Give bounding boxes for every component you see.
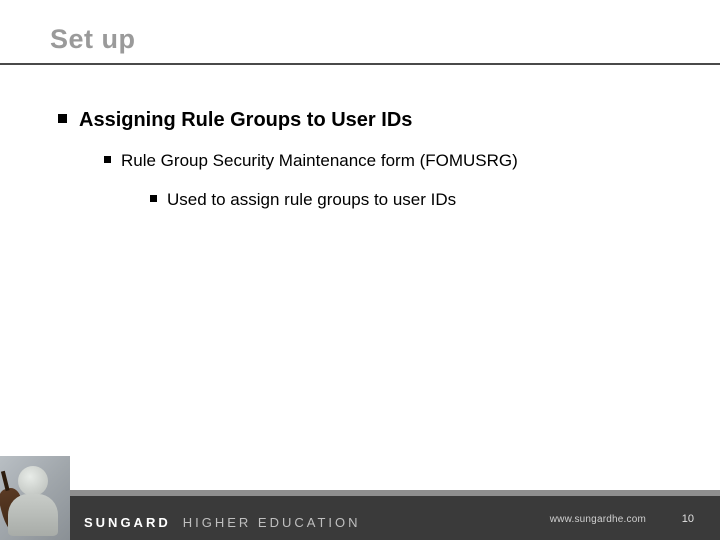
slide-title: Set up [50,24,136,55]
page-number: 10 [682,513,694,525]
square-bullet-icon [104,156,111,163]
bullet-level-1: Assigning Rule Groups to User IDs [58,108,680,132]
footer-photo [0,456,70,540]
square-bullet-icon [58,114,67,123]
bullet-level-3: Used to assign rule groups to user IDs [150,189,680,210]
footer-url: www.sungardhe.com [550,514,646,525]
footer: SUNGARD HIGHER EDUCATION www.sungardhe.c… [0,456,720,540]
content-area: Assigning Rule Groups to User IDs Rule G… [58,108,680,229]
bullet-level-2: Rule Group Security Maintenance form (FO… [104,150,680,171]
bullet-lvl1-text: Assigning Rule Groups to User IDs [79,108,412,132]
square-bullet-icon [150,195,157,202]
brand-logo: SUNGARD HIGHER EDUCATION [84,515,361,530]
slide: Set up Assigning Rule Groups to User IDs… [0,0,720,540]
bullet-lvl2-text: Rule Group Security Maintenance form (FO… [121,150,518,171]
brand-secondary-text: HIGHER EDUCATION [183,515,361,530]
title-underline [0,63,720,65]
brand-primary-text: SUNGARD [84,515,171,530]
violin-icon [0,486,29,538]
bullet-lvl3-text: Used to assign rule groups to user IDs [167,189,456,210]
